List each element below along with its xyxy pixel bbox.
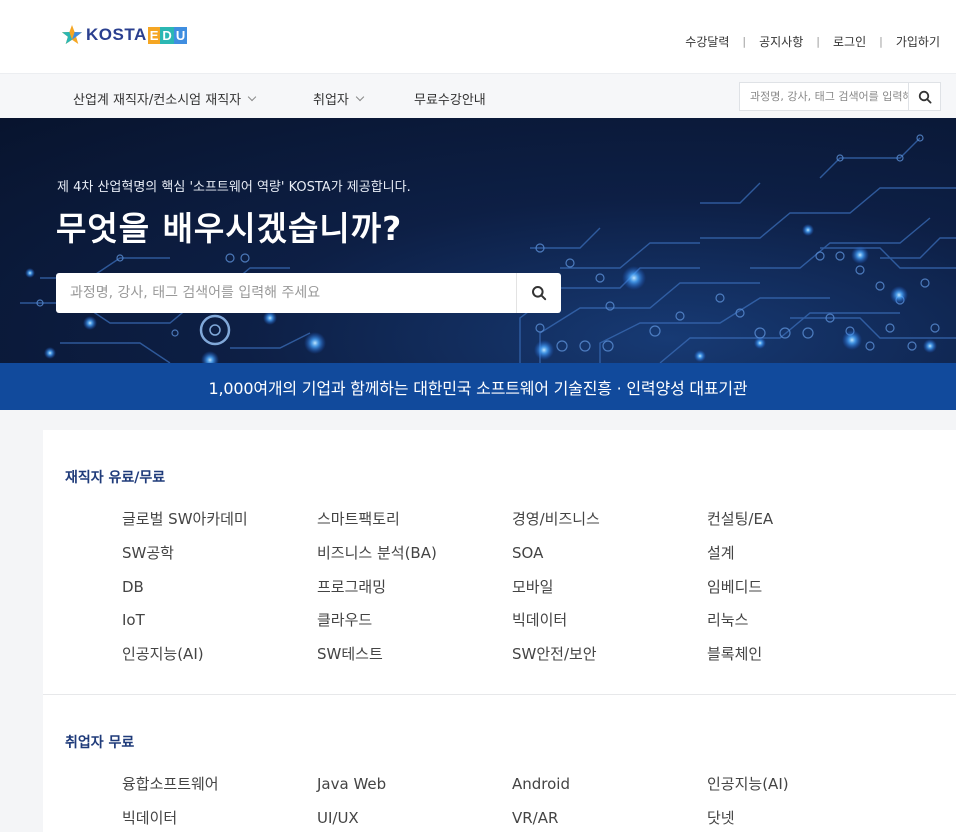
category-link[interactable]: 빅데이터 — [122, 808, 317, 832]
top-header: KOSTA E D U 수강달력 | 공지사항 | 로그인 | 가입하기 — [0, 0, 956, 73]
hero-title: 무엇을 배우시겠습니까? — [56, 209, 403, 248]
divider — [43, 694, 956, 695]
category-link[interactable]: SOA — [512, 543, 707, 577]
separator: | — [816, 35, 820, 48]
category-link[interactable]: IoT — [122, 610, 317, 644]
category-link[interactable]: Java Web — [317, 774, 512, 808]
login-link[interactable]: 로그인 — [833, 33, 866, 50]
category-link[interactable]: 블록체인 — [707, 644, 902, 678]
category-grid: 글로벌 SW아카데미 스마트팩토리 경영/비즈니스 컨설팅/EA SW공학 비즈니스 분석… — [122, 509, 902, 678]
separator: | — [742, 35, 747, 48]
category-link[interactable]: 설계 — [707, 543, 902, 577]
main-nav: 산업계 재직자/컨소시엄 재직자 취업자 무료수강안내 — [0, 73, 956, 118]
category-link[interactable]: SW안전/보안 — [512, 644, 707, 678]
course-calendar-link[interactable]: 수강달력 — [685, 33, 729, 50]
nav-item-label: 무료수강안내 — [414, 93, 486, 108]
category-link[interactable]: 인공지능(AI) — [707, 774, 902, 808]
category-grid: 융합소프트웨어 Java Web Android 인공지능(AI) 빅데이터 UI/UX V… — [122, 774, 902, 832]
star-logo-icon — [62, 25, 82, 44]
logo-letter-e: E — [147, 26, 161, 44]
category-link[interactable]: 비즈니스 분석(BA) — [317, 543, 512, 577]
nav-item-free-course-guide[interactable]: 무료수강안내 — [414, 89, 486, 108]
nav-search-button[interactable] — [908, 83, 940, 110]
hero-search-box — [56, 273, 561, 313]
category-link[interactable]: SW공학 — [122, 543, 317, 577]
search-icon — [918, 90, 932, 104]
category-link[interactable]: 경영/비즈니스 — [512, 509, 707, 543]
category-link[interactable]: 글로벌 SW아카데미 — [122, 509, 317, 543]
separator: | — [879, 35, 883, 48]
logo-edu-mark: E D U — [147, 26, 188, 44]
hero-search-button[interactable] — [516, 273, 561, 313]
logo-text: KOSTA — [86, 25, 147, 44]
category-link[interactable]: 융합소프트웨어 — [122, 774, 317, 808]
category-link[interactable]: 인공지능(AI) — [122, 644, 317, 678]
nav-item-employed[interactable]: 산업계 재직자/컨소시엄 재직자 — [73, 89, 257, 108]
category-link[interactable]: UI/UX — [317, 808, 512, 832]
notice-link[interactable]: 공지사항 — [759, 33, 803, 50]
category-link[interactable]: DB — [122, 577, 317, 611]
category-link[interactable]: 스마트팩토리 — [317, 509, 512, 543]
category-link[interactable]: 임베디드 — [707, 577, 902, 611]
category-link[interactable]: 프로그래밍 — [317, 577, 512, 611]
tagline-banner: 1,000여개의 기업과 함께하는 대한민국 소프트웨어 기술진흥 · 인력양성… — [0, 363, 956, 410]
nav-search-input[interactable] — [740, 83, 908, 110]
category-link[interactable]: SW테스트 — [317, 644, 512, 678]
hero-section: 제 4차 산업혁명의 핵심 '소프트웨어 역량' KOSTA가 제공합니다. 무… — [0, 118, 956, 363]
category-link[interactable]: VR/AR — [512, 808, 707, 832]
category-link[interactable]: 리눅스 — [707, 610, 902, 644]
chevron-down-icon — [355, 92, 365, 102]
kosta-edu-logo[interactable]: KOSTA E D U — [60, 24, 188, 46]
signup-link[interactable]: 가입하기 — [896, 33, 940, 50]
nav-item-jobseeker[interactable]: 취업자 — [313, 89, 365, 108]
nav-item-label: 취업자 — [313, 93, 349, 108]
category-link[interactable]: 모바일 — [512, 577, 707, 611]
category-link[interactable]: Android — [512, 774, 707, 808]
category-link[interactable]: 닷넷 — [707, 808, 902, 832]
nav-item-label: 산업계 재직자/컨소시엄 재직자 — [73, 93, 242, 108]
section-title: 취업자 무료 — [65, 735, 135, 751]
course-category-panel: 재직자 유료/무료 글로벌 SW아카데미 스마트팩토리 경영/비즈니스 컨설팅/EA S… — [43, 430, 956, 832]
hero-subtitle: 제 4차 산업혁명의 핵심 '소프트웨어 역량' KOSTA가 제공합니다. — [57, 180, 411, 195]
category-link[interactable]: 빅데이터 — [512, 610, 707, 644]
chevron-down-icon — [247, 92, 257, 102]
search-icon — [532, 286, 547, 301]
logo-letter-d: D — [160, 26, 174, 44]
nav-search-box — [739, 82, 941, 111]
category-link[interactable]: 컨설팅/EA — [707, 509, 902, 543]
hero-search-input[interactable] — [56, 273, 516, 313]
logo-letter-u: U — [173, 26, 188, 44]
section-title: 재직자 유료/무료 — [65, 470, 166, 486]
category-link[interactable]: 클라우드 — [317, 610, 512, 644]
utility-links: 수강달력 | 공지사항 | 로그인 | 가입하기 — [685, 33, 940, 50]
